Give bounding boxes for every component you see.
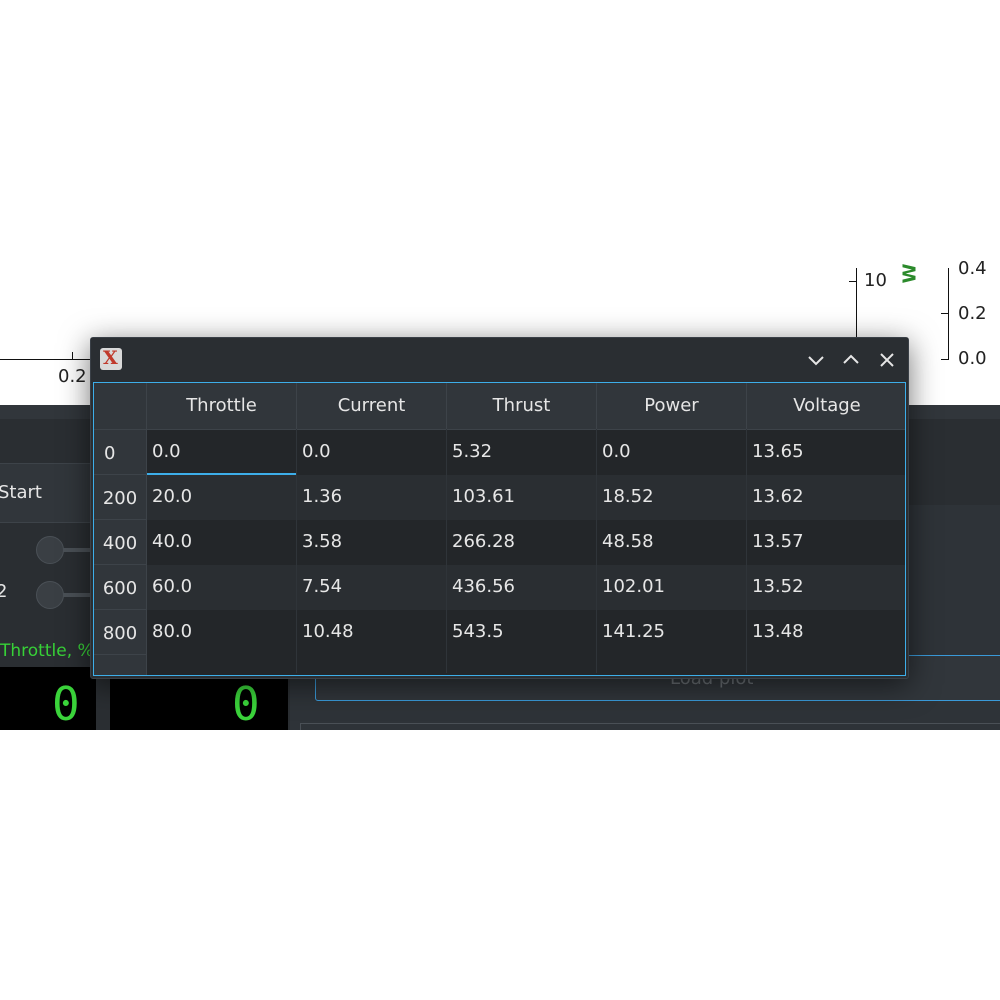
toggle-switch[interactable] (36, 581, 64, 609)
table-cell[interactable]: 13.52 (747, 565, 905, 610)
column-header-power[interactable]: Power (597, 383, 747, 430)
toggle-switch[interactable] (36, 536, 64, 564)
close-button[interactable] (873, 346, 901, 374)
plot-far-axis-tick-label: 0.2 (958, 303, 987, 324)
table-cell[interactable]: 60.0 (147, 565, 296, 610)
throttle-lcd-value: 0 (52, 677, 80, 730)
plot-series-label: W (899, 263, 921, 284)
table-cell[interactable]: 7.54 (297, 565, 446, 610)
row-header-empty (94, 655, 147, 675)
maximize-button[interactable] (837, 346, 865, 374)
table-cell[interactable]: 103.61 (447, 475, 596, 520)
table-corner-button[interactable] (94, 383, 147, 430)
plot-far-axis-tick (941, 313, 949, 314)
plot-right-axis (856, 268, 857, 338)
close-icon (880, 353, 894, 367)
window-titlebar[interactable]: X (91, 338, 908, 382)
table-cell[interactable]: 543.5 (447, 610, 596, 655)
table-cell[interactable]: 80.0 (147, 610, 296, 655)
row-header[interactable]: 200 (94, 475, 147, 520)
bg-bottom-bar (300, 723, 1000, 730)
column-header-thrust[interactable]: Thrust (447, 383, 597, 430)
column-header-current[interactable]: Current (297, 383, 447, 430)
table-cell[interactable]: 1.36 (297, 475, 446, 520)
table-window: X Throttle Current Thrust Power Voltage … (90, 337, 909, 679)
plot-right-axis-tick (849, 281, 857, 282)
table-cell[interactable]: 13.65 (747, 430, 905, 475)
table-cell[interactable]: 13.57 (747, 520, 905, 565)
table-cell[interactable]: 48.58 (597, 520, 746, 565)
app-icon: X (100, 348, 122, 370)
data-table[interactable]: Throttle Current Thrust Power Voltage 0 … (93, 382, 906, 676)
plot-x-tick-label: 0.2 (58, 366, 87, 387)
table-cell[interactable]: 266.28 (447, 520, 596, 565)
row-header[interactable]: 600 (94, 565, 147, 610)
column-header-throttle[interactable]: Throttle (147, 383, 297, 430)
start-button-label: Start (0, 482, 42, 503)
table-cell[interactable]: 0.0 (597, 430, 746, 475)
table-cell[interactable]: 13.62 (747, 475, 905, 520)
table-cell[interactable]: 0.0 (297, 430, 446, 475)
throttle-lcd (0, 667, 96, 730)
table-cell[interactable]: 5.32 (447, 430, 596, 475)
table-cell[interactable]: 18.52 (597, 475, 746, 520)
plot-x-tick (72, 352, 73, 360)
secondary-lcd-value: 0 (232, 677, 260, 730)
row-header[interactable]: 800 (94, 610, 147, 655)
column-header-voltage[interactable]: Voltage (747, 383, 905, 430)
table-cell[interactable]: 40.0 (147, 520, 296, 565)
table-cell[interactable]: 0.0 (147, 430, 296, 475)
chevron-down-icon (808, 356, 824, 366)
chevron-up-icon (843, 354, 859, 364)
throttle-lcd-label: Throttle, % (0, 641, 94, 661)
table-cell[interactable]: 20.0 (147, 475, 296, 520)
plot-far-axis-tick-label: 0.4 (958, 258, 987, 279)
table-cell[interactable]: 102.01 (597, 565, 746, 610)
bg-side-label: 2 (0, 581, 8, 602)
minimize-button[interactable] (802, 346, 830, 374)
plot-x-axis (0, 359, 90, 360)
table-cell[interactable]: 10.48 (297, 610, 446, 655)
table-cell[interactable]: 141.25 (597, 610, 746, 655)
table-cell[interactable]: 3.58 (297, 520, 446, 565)
row-header[interactable]: 400 (94, 520, 147, 565)
table-cell[interactable]: 436.56 (447, 565, 596, 610)
plot-far-axis (948, 268, 949, 360)
plot-right-axis-tick-label: 10 (864, 270, 887, 291)
row-header[interactable]: 0 (94, 430, 147, 475)
plot-far-axis-tick-label: 0.0 (958, 348, 987, 369)
plot-far-axis-tick (941, 359, 949, 360)
table-cell[interactable]: 13.48 (747, 610, 905, 655)
